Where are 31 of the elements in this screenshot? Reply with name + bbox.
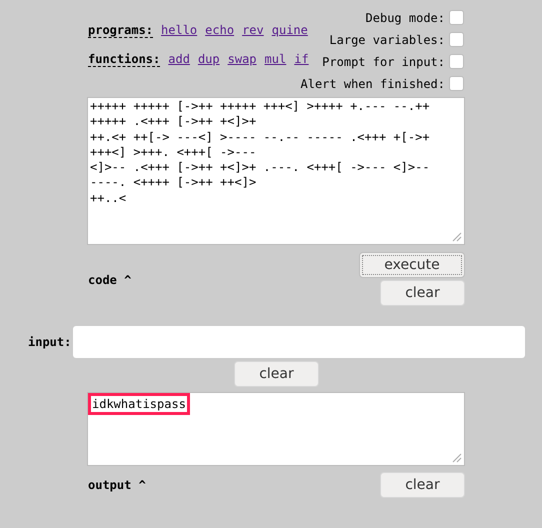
clear-button[interactable]: clear [380, 280, 465, 306]
option-checkbox[interactable] [449, 10, 464, 25]
option-checkbox[interactable] [449, 54, 464, 69]
code-toggle[interactable]: code ^ [88, 271, 132, 289]
section-label: functions: [88, 52, 160, 67]
code-editor[interactable]: +++++ +++++ [->++ +++++ +++<] >++++ +.--- --.++ +++++ .<+++ [->++ +<]>+ ++.<+ ++[-> ---<] >---- --.-- ----- .<+++ +[->+ +++<] >+++. <+++[ ->--- <]>-- .<+++ [->++ +<]>+ .---. <+++[ ->--- <]>-- ----. <++++ [->++ ++<]> ++..< [87, 97, 465, 245]
input-label: input: [28, 334, 72, 351]
example-link[interactable]: rev [242, 23, 264, 37]
option-label: Large variables: [329, 32, 445, 48]
example-link[interactable]: if [294, 52, 309, 66]
output-toggle[interactable]: output ^ [88, 476, 146, 494]
clear-button[interactable]: execute [359, 252, 465, 278]
resize-grip-icon[interactable] [450, 230, 462, 242]
clear-button[interactable]: clear [234, 361, 319, 387]
option-label: Alert when finished: [300, 76, 445, 92]
output-text: idkwhatispass [88, 393, 190, 415]
option-label: Debug mode: [366, 10, 445, 26]
resize-grip-icon[interactable] [450, 451, 462, 463]
clear-button[interactable]: clear [380, 472, 465, 498]
input-field[interactable] [73, 326, 526, 358]
option-checkbox[interactable] [449, 76, 464, 91]
example-link[interactable]: quine [272, 23, 308, 37]
example-link[interactable]: add [168, 52, 190, 66]
example-link[interactable]: dup [198, 52, 220, 66]
example-link[interactable]: mul [264, 52, 286, 66]
example-link[interactable]: echo [205, 23, 234, 37]
option-label: Prompt for input: [322, 54, 445, 70]
example-link[interactable]: hello [161, 23, 198, 37]
example-link[interactable]: swap [228, 52, 257, 66]
option-checkbox[interactable] [449, 32, 464, 47]
section-label: programs: [88, 23, 154, 38]
